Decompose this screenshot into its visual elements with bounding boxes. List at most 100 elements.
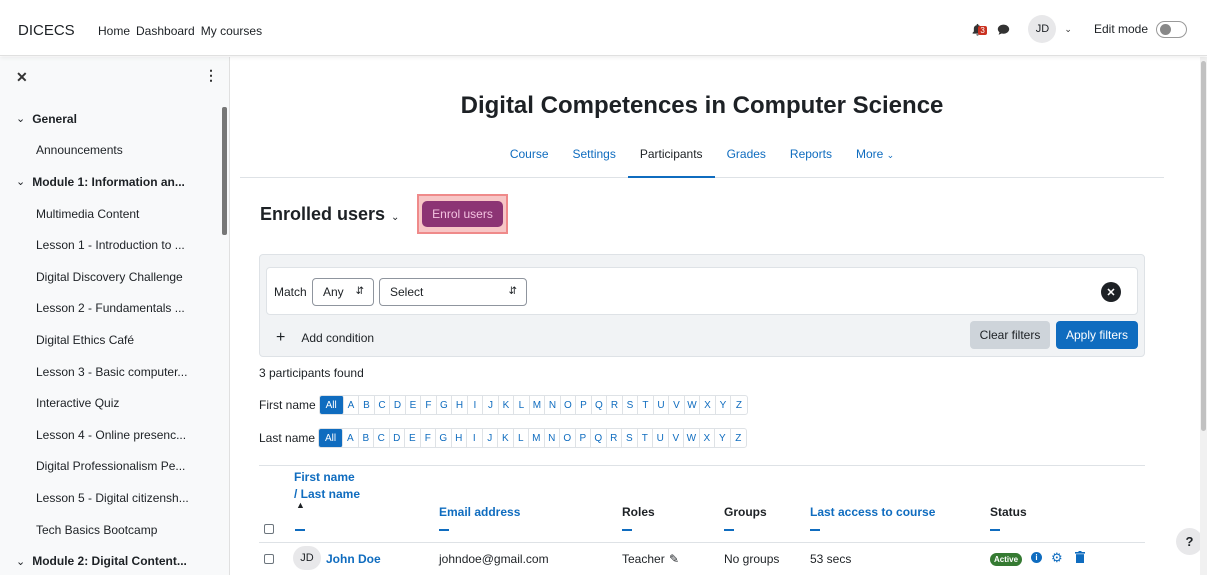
chevron-down-icon[interactable]: ⌄ bbox=[16, 175, 25, 188]
firstname-initial-g[interactable]: G bbox=[437, 396, 453, 414]
firstname-initial-x[interactable]: X bbox=[700, 396, 716, 414]
lastname-initial-g[interactable]: G bbox=[436, 429, 452, 447]
firstname-initial-o[interactable]: O bbox=[561, 396, 577, 414]
column-header-last-name[interactable]: / Last name bbox=[294, 487, 360, 501]
lastname-initial-x[interactable]: X bbox=[700, 429, 716, 447]
firstname-initial-m[interactable]: M bbox=[530, 396, 546, 414]
firstname-initial-w[interactable]: W bbox=[685, 396, 701, 414]
lastname-initial-w[interactable]: W bbox=[684, 429, 700, 447]
drawer-item-lesson-5[interactable]: Lesson 5 - Digital citizensh... bbox=[0, 482, 220, 514]
page-scrollbar[interactable] bbox=[1200, 57, 1207, 575]
add-condition-button[interactable]: + Add condition bbox=[276, 329, 374, 347]
drawer-item-lesson-4[interactable]: Lesson 4 - Online presenc... bbox=[0, 419, 220, 451]
firstname-initial-all[interactable]: All bbox=[319, 396, 344, 414]
lastname-initial-a[interactable]: A bbox=[343, 429, 359, 447]
chevron-down-icon[interactable]: ⌄ bbox=[16, 555, 25, 568]
trash-icon[interactable] bbox=[1075, 551, 1085, 563]
drawer-item-lesson-2[interactable]: Lesson 2 - Fundamentals ... bbox=[0, 293, 220, 325]
lastname-initial-f[interactable]: F bbox=[421, 429, 437, 447]
firstname-initial-p[interactable]: P bbox=[576, 396, 592, 414]
tab-course[interactable]: Course bbox=[498, 137, 561, 178]
drawer-scrollbar[interactable] bbox=[222, 107, 227, 235]
drawer-item-announcements[interactable]: Announcements bbox=[0, 135, 220, 167]
lastname-initial-l[interactable]: L bbox=[514, 429, 530, 447]
nav-home-link[interactable]: Home bbox=[98, 24, 130, 38]
firstname-initial-t[interactable]: T bbox=[638, 396, 654, 414]
scrollbar-thumb[interactable] bbox=[1201, 61, 1206, 431]
firstname-initial-s[interactable]: S bbox=[623, 396, 639, 414]
lastname-initial-d[interactable]: D bbox=[390, 429, 406, 447]
firstname-initial-b[interactable]: B bbox=[359, 396, 375, 414]
user-avatar[interactable]: JD bbox=[1028, 15, 1057, 43]
filter-type-select[interactable]: Select ⇵ bbox=[379, 278, 527, 306]
lastname-initial-c[interactable]: C bbox=[374, 429, 390, 447]
lastname-initial-all[interactable]: All bbox=[319, 429, 344, 447]
chevron-down-icon[interactable]: ⌄ bbox=[1064, 24, 1072, 35]
clear-filters-button[interactable]: Clear filters bbox=[970, 321, 1050, 349]
lastname-initial-j[interactable]: J bbox=[483, 429, 499, 447]
drawer-item-digital-ethics[interactable]: Digital Ethics Café bbox=[0, 324, 220, 356]
tab-more[interactable]: More ⌄ bbox=[844, 137, 906, 178]
firstname-initial-y[interactable]: Y bbox=[716, 396, 732, 414]
drawer-item-multimedia-content[interactable]: Multimedia Content bbox=[0, 198, 220, 230]
firstname-initial-j[interactable]: J bbox=[483, 396, 499, 414]
lastname-initial-p[interactable]: P bbox=[576, 429, 592, 447]
firstname-initial-i[interactable]: I bbox=[468, 396, 484, 414]
firstname-initial-d[interactable]: D bbox=[390, 396, 406, 414]
firstname-initial-l[interactable]: L bbox=[514, 396, 530, 414]
kebab-icon[interactable]: ⋮ bbox=[204, 67, 218, 84]
pencil-icon[interactable]: ✎ bbox=[669, 552, 679, 566]
firstname-initial-k[interactable]: K bbox=[499, 396, 515, 414]
firstname-initial-h[interactable]: H bbox=[452, 396, 468, 414]
lastname-initial-o[interactable]: O bbox=[560, 429, 576, 447]
firstname-initial-e[interactable]: E bbox=[406, 396, 422, 414]
lastname-initial-q[interactable]: Q bbox=[591, 429, 607, 447]
lastname-initial-b[interactable]: B bbox=[359, 429, 375, 447]
drawer-section-module-1[interactable]: ⌄ Module 1: Information an... bbox=[0, 166, 220, 198]
enrol-users-button[interactable]: Enrol users bbox=[422, 201, 503, 227]
bell-icon[interactable]: 3 bbox=[971, 21, 987, 37]
enrolled-users-heading[interactable]: Enrolled users ⌄ bbox=[260, 204, 399, 225]
question-icon[interactable]: ? bbox=[1176, 528, 1203, 555]
lastname-initial-v[interactable]: V bbox=[669, 429, 685, 447]
chevron-down-icon[interactable]: ⌄ bbox=[16, 112, 25, 125]
lastname-initial-s[interactable]: S bbox=[622, 429, 638, 447]
collapse-column-icon[interactable] bbox=[990, 529, 1000, 531]
firstname-initial-n[interactable]: N bbox=[545, 396, 561, 414]
firstname-initial-f[interactable]: F bbox=[421, 396, 437, 414]
drawer-item-interactive-quiz[interactable]: Interactive Quiz bbox=[0, 387, 220, 419]
lastname-initial-r[interactable]: R bbox=[607, 429, 623, 447]
info-icon[interactable]: i bbox=[1031, 552, 1042, 563]
collapse-column-icon[interactable] bbox=[724, 529, 734, 531]
site-brand[interactable]: DICECS bbox=[18, 22, 75, 39]
lastname-initial-n[interactable]: N bbox=[545, 429, 561, 447]
nav-my-courses-link[interactable]: My courses bbox=[201, 24, 262, 38]
drawer-item-digital-professionalism[interactable]: Digital Professionalism Pe... bbox=[0, 451, 220, 483]
firstname-initial-u[interactable]: U bbox=[654, 396, 670, 414]
lastname-initial-h[interactable]: H bbox=[452, 429, 468, 447]
tab-settings[interactable]: Settings bbox=[561, 137, 628, 178]
firstname-initial-a[interactable]: A bbox=[344, 396, 360, 414]
drawer-item-digital-discovery[interactable]: Digital Discovery Challenge bbox=[0, 261, 220, 293]
remove-filter-icon[interactable]: ✕ bbox=[1101, 282, 1121, 302]
tab-grades[interactable]: Grades bbox=[715, 137, 778, 178]
drawer-item-tech-basics[interactable]: Tech Basics Bootcamp bbox=[0, 514, 220, 546]
lastname-initial-k[interactable]: K bbox=[498, 429, 514, 447]
lastname-initial-e[interactable]: E bbox=[405, 429, 421, 447]
drawer-item-lesson-1[interactable]: Lesson 1 - Introduction to ... bbox=[0, 229, 220, 261]
participant-name-link[interactable]: John Doe bbox=[326, 552, 381, 566]
nav-dashboard-link[interactable]: Dashboard bbox=[136, 24, 195, 38]
column-header-last-access[interactable]: Last access to course bbox=[810, 505, 935, 519]
column-header-email[interactable]: Email address bbox=[439, 505, 520, 519]
collapse-column-icon[interactable] bbox=[622, 529, 632, 531]
collapse-column-icon[interactable] bbox=[439, 529, 449, 531]
drawer-section-general[interactable]: ⌄ General bbox=[0, 103, 220, 135]
collapse-column-icon[interactable] bbox=[295, 529, 305, 531]
chat-icon[interactable] bbox=[997, 23, 1028, 36]
apply-filters-button[interactable]: Apply filters bbox=[1056, 321, 1138, 349]
lastname-initial-i[interactable]: I bbox=[467, 429, 483, 447]
close-icon[interactable]: ✕ bbox=[16, 69, 28, 86]
lastname-initial-y[interactable]: Y bbox=[715, 429, 731, 447]
lastname-initial-m[interactable]: M bbox=[529, 429, 545, 447]
match-type-select[interactable]: Any ⇵ bbox=[312, 278, 374, 306]
